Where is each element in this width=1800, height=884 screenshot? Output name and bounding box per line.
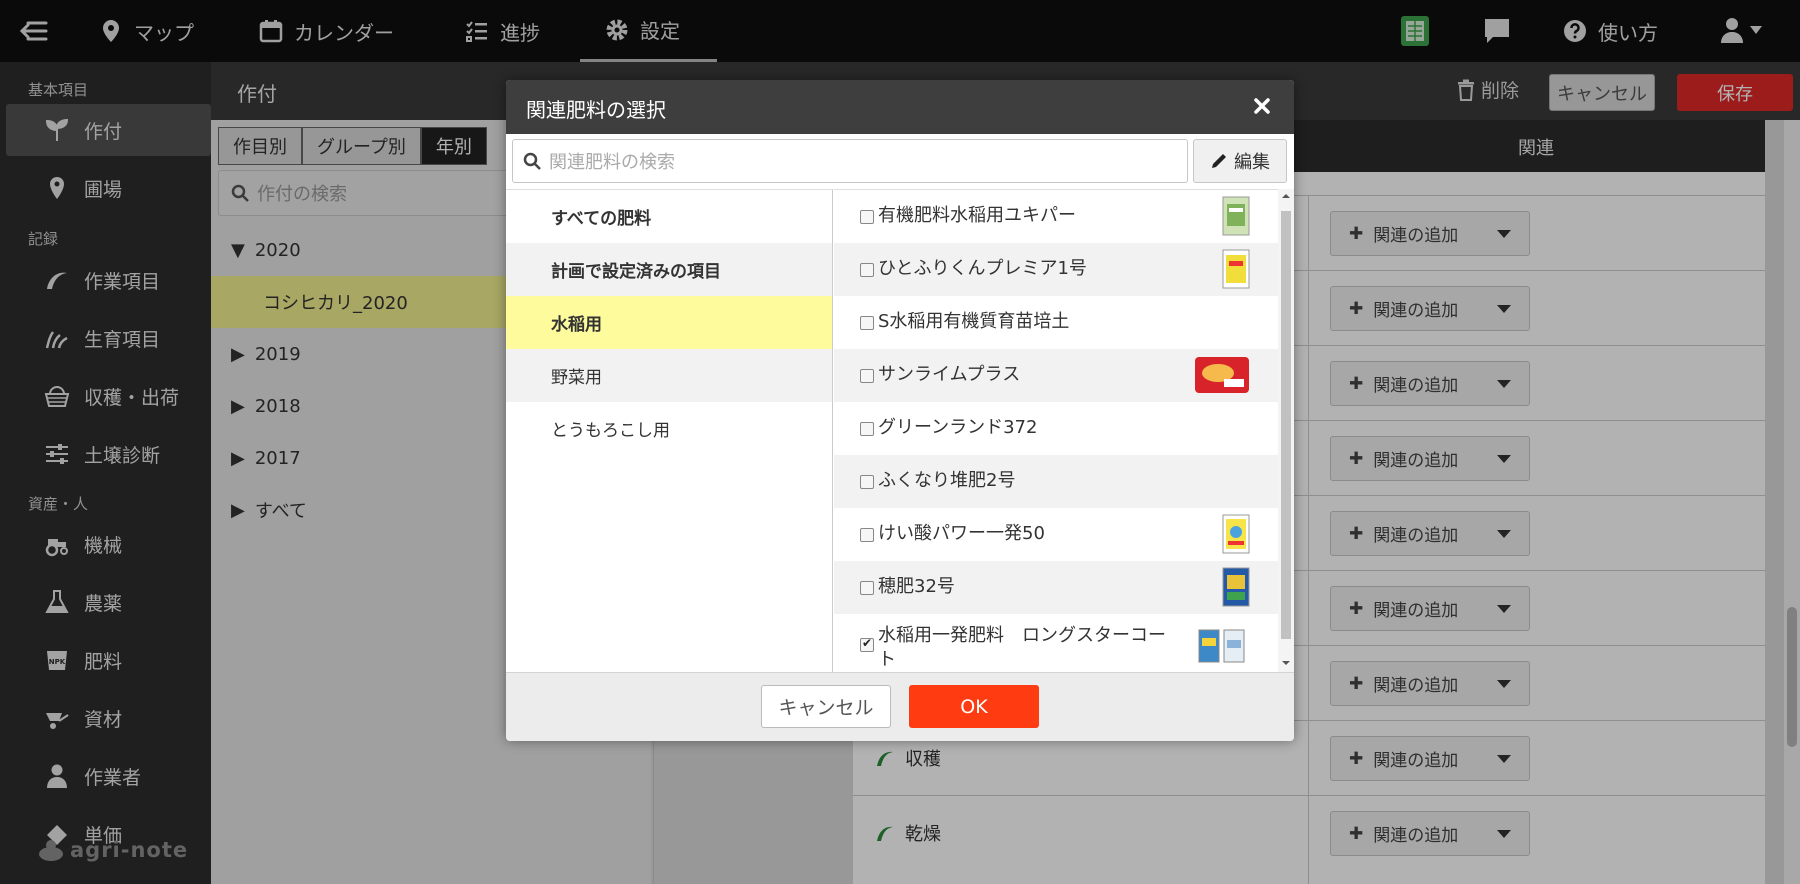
dialog-ok-button[interactable]: OK [909,685,1039,728]
fertilizer-checkbox[interactable] [860,369,874,383]
fertilizer-label: 有機肥料水稲用ユキパー [878,205,1076,226]
fertilizer-checkbox-checked[interactable] [860,636,874,652]
fertilizer-list-scrollbar[interactable] [1278,189,1294,672]
fertilizer-checkbox[interactable] [860,581,874,595]
fertilizer-label: サンライムプラス [878,364,1021,385]
fertilizer-label: 穂肥32号 [878,576,955,597]
dialog-header: 関連肥料の選択 [506,80,1294,134]
fertilizer-label: ひとふりくんプレミア1号 [878,258,1087,279]
search-icon [523,152,541,170]
fertilizer-bag-thumbnail [1195,357,1249,393]
fertilizer-list-scrollbar-thumb[interactable] [1281,211,1291,639]
close-icon[interactable] [1252,96,1272,116]
category-corn[interactable]: とうもろこし用 [506,402,832,455]
dialog-cancel-button[interactable]: キャンセル [761,685,891,728]
edit-label: 編集 [1234,152,1270,173]
fertilizer-checkbox[interactable] [860,475,874,489]
fertilizer-list: 有機肥料水稲用ユキパー ひとふりくんプレミア1号 S水稲用有機質育苗培土 サンラ… [834,189,1278,672]
scroll-up-arrow-icon[interactable] [1278,189,1294,203]
fertilizer-bag-thumbnail [1222,196,1250,236]
fertilizer-item[interactable]: サンライムプラス [834,349,1278,402]
fertilizer-item[interactable]: 穂肥32号 [834,561,1278,614]
category-all[interactable]: すべての肥料 [506,190,832,243]
fertilizer-select-dialog: 関連肥料の選択 関連肥料の検索 編集 すべての肥料 計画で設定済みの項目 水稲用… [506,80,1294,741]
fertilizer-category-list: すべての肥料 計画で設定済みの項目 水稲用 野菜用 とうもろこし用 [506,189,833,672]
fertilizer-label: グリーンランド372 [878,417,1038,438]
fertilizer-bag-thumbnail [1198,629,1245,663]
fertilizer-checkbox[interactable] [860,263,874,277]
fertilizer-label: S水稲用有機質育苗培土 [878,311,1070,332]
fertilizer-item[interactable]: 水稲用一発肥料 ロングスターコート [834,614,1278,672]
fertilizer-item[interactable]: 有機肥料水稲用ユキパー [834,190,1278,243]
fertilizer-checkbox[interactable] [860,422,874,436]
fertilizer-checkbox[interactable] [860,528,874,542]
fertilizer-search-placeholder: 関連肥料の検索 [549,152,675,173]
fertilizer-label: 水稲用一発肥料 ロングスターコート [878,625,1166,670]
fertilizer-item[interactable]: ふくなり堆肥2号 [834,455,1278,508]
pencil-icon [1212,154,1226,168]
fertilizer-item[interactable]: けい酸パワー一発50 [834,508,1278,561]
scroll-down-arrow-icon[interactable] [1278,656,1294,670]
fertilizer-bag-thumbnail [1222,514,1250,554]
dialog-footer: キャンセル OK [506,672,1294,741]
edit-button[interactable]: 編集 [1193,139,1287,183]
category-paddy-rice[interactable]: 水稲用 [506,296,832,349]
dialog-title: 関連肥料の選択 [526,98,666,122]
fertilizer-checkbox[interactable] [860,316,874,330]
fertilizer-item[interactable]: グリーンランド372 [834,402,1278,455]
fertilizer-item[interactable]: S水稲用有機質育苗培土 [834,296,1278,349]
fertilizer-item[interactable]: ひとふりくんプレミア1号 [834,243,1278,296]
fertilizer-search-input[interactable]: 関連肥料の検索 [512,139,1188,183]
fertilizer-bag-thumbnail [1222,567,1250,607]
category-planned[interactable]: 計画で設定済みの項目 [506,243,832,296]
fertilizer-bag-thumbnail [1222,249,1250,289]
category-vegetable[interactable]: 野菜用 [506,349,832,402]
fertilizer-label: ふくなり堆肥2号 [878,470,1016,491]
fertilizer-label: けい酸パワー一発50 [878,523,1045,544]
fertilizer-checkbox[interactable] [860,210,874,224]
